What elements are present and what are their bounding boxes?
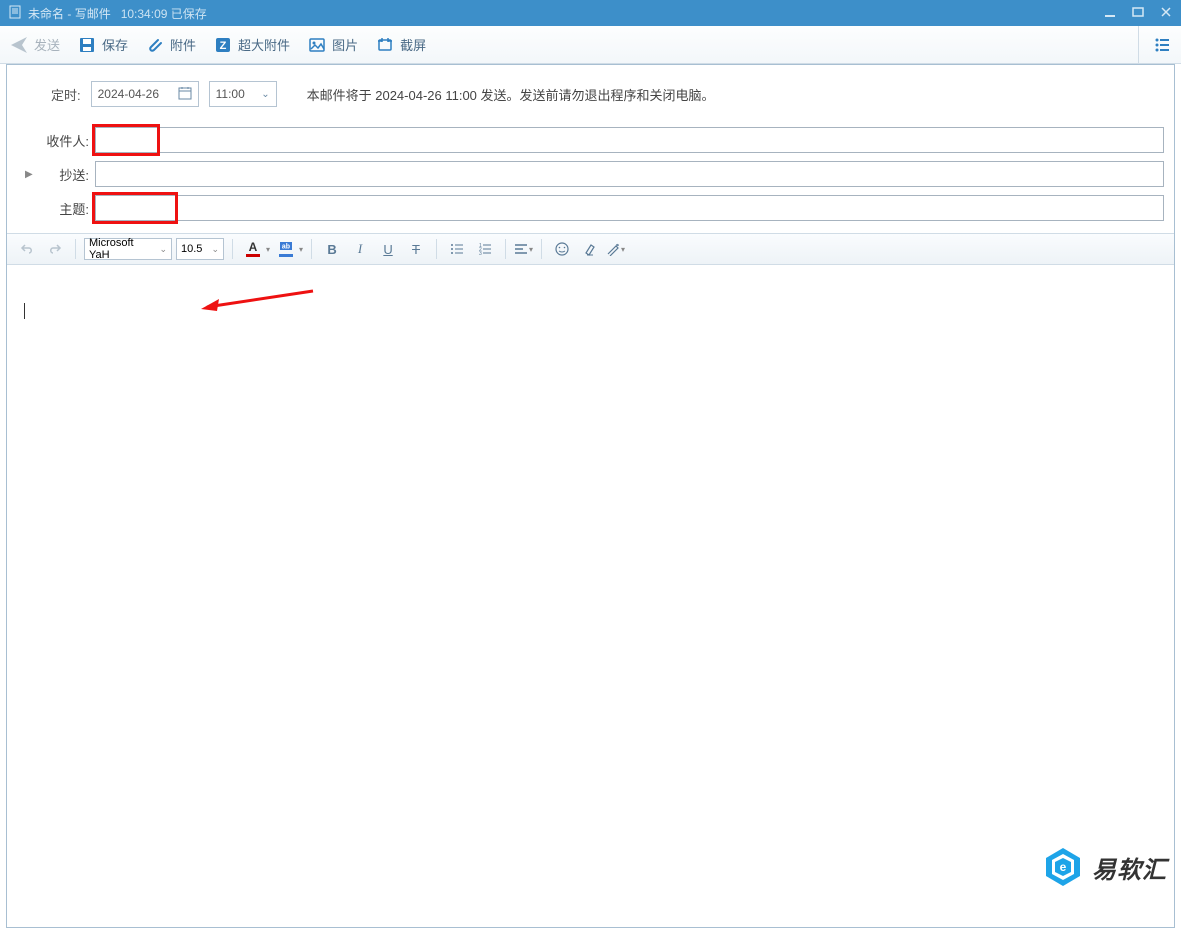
timing-label: 定时: bbox=[51, 85, 81, 104]
number-list-button[interactable]: 123 bbox=[473, 237, 497, 261]
window-title: 未命名 - 写邮件 bbox=[28, 5, 111, 22]
align-button[interactable]: ▾ bbox=[514, 242, 533, 256]
maximize-button[interactable] bbox=[1131, 5, 1145, 22]
titlebar: 未命名 - 写邮件 10:34:09 已保存 bbox=[0, 0, 1181, 26]
svg-text:3: 3 bbox=[479, 251, 482, 256]
font-family-select[interactable]: Microsoft YaH⌄ bbox=[84, 238, 172, 260]
bold-button[interactable]: B bbox=[320, 237, 344, 261]
save-button[interactable]: 保存 bbox=[78, 35, 128, 54]
cc-label: 抄送: bbox=[41, 165, 89, 184]
svg-text:Z: Z bbox=[220, 40, 227, 52]
cc-input[interactable] bbox=[95, 161, 1164, 187]
undo-button[interactable] bbox=[15, 237, 39, 261]
toolbar-menu-button[interactable] bbox=[1138, 26, 1171, 63]
svg-text:e: e bbox=[1060, 860, 1067, 874]
font-size-select[interactable]: 10.5⌄ bbox=[176, 238, 224, 260]
image-button[interactable]: 图片 bbox=[308, 35, 358, 54]
svg-text:ab: ab bbox=[282, 244, 290, 251]
underline-button[interactable]: U bbox=[376, 237, 400, 261]
big-attach-button[interactable]: Z 超大附件 bbox=[214, 35, 290, 54]
bullet-list-button[interactable] bbox=[445, 237, 469, 261]
annotation-arrow-icon bbox=[195, 285, 315, 315]
recipient-label: 收件人: bbox=[41, 131, 89, 150]
compose-panel: 定时: 2024-04-26 11:00 ⌄ 本邮件将于 2024-04-26 … bbox=[6, 64, 1175, 928]
cc-row: ▶ 抄送: bbox=[7, 157, 1174, 191]
recipient-row: 收件人: bbox=[7, 123, 1174, 157]
watermark-logo: e 易软汇 bbox=[1042, 846, 1167, 888]
minimize-button[interactable] bbox=[1103, 5, 1117, 22]
title-time: 10:34:09 已保存 bbox=[121, 5, 207, 22]
chevron-down-icon: ⌄ bbox=[261, 89, 269, 100]
highlight-color-button[interactable]: ab ▾ bbox=[274, 241, 303, 257]
expand-cc-icon[interactable]: ▶ bbox=[25, 169, 35, 180]
attach-button[interactable]: 附件 bbox=[146, 35, 196, 54]
editor-body[interactable] bbox=[7, 265, 1174, 927]
calendar-icon[interactable] bbox=[178, 86, 192, 103]
strikethrough-button[interactable]: T bbox=[404, 237, 428, 261]
emoji-button[interactable] bbox=[550, 237, 574, 261]
redo-button[interactable] bbox=[43, 237, 67, 261]
watermark-text: 易软汇 bbox=[1092, 850, 1167, 885]
subject-label: 主题: bbox=[41, 199, 89, 218]
recipient-input[interactable] bbox=[95, 127, 1164, 153]
subject-row: 主题: bbox=[7, 191, 1174, 225]
font-color-button[interactable]: A ▾ bbox=[241, 241, 270, 257]
document-icon bbox=[8, 5, 22, 22]
editor-toolbar: Microsoft YaH⌄ 10.5⌄ A ▾ ab ▾ B I U T 12… bbox=[7, 233, 1174, 265]
timing-row: 定时: 2024-04-26 11:00 ⌄ 本邮件将于 2024-04-26 … bbox=[7, 65, 1174, 123]
main-toolbar: 发送 保存 附件 Z 超大附件 图片 截屏 bbox=[0, 26, 1181, 64]
time-select[interactable]: 11:00 ⌄ bbox=[209, 81, 277, 107]
window-controls bbox=[1103, 5, 1173, 22]
screenshot-button[interactable]: 截屏 bbox=[376, 35, 426, 54]
date-input[interactable]: 2024-04-26 bbox=[91, 81, 199, 107]
clear-format-button[interactable] bbox=[578, 237, 602, 261]
italic-button[interactable]: I bbox=[348, 237, 372, 261]
send-button[interactable]: 发送 bbox=[10, 35, 60, 54]
text-cursor bbox=[24, 303, 25, 319]
logo-icon: e bbox=[1042, 846, 1084, 888]
close-button[interactable] bbox=[1159, 5, 1173, 22]
magic-button[interactable]: ▾ bbox=[606, 242, 625, 256]
subject-input[interactable] bbox=[95, 195, 1164, 221]
timing-info: 本邮件将于 2024-04-26 11:00 发送。发送前请勿退出程序和关闭电脑… bbox=[307, 85, 715, 104]
